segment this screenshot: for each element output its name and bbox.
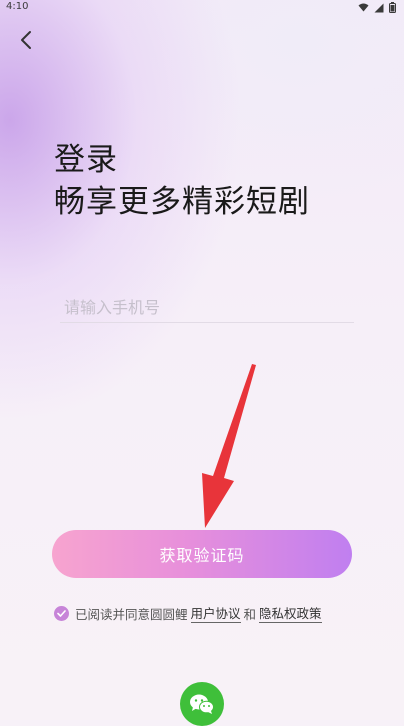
- title-line-subtitle: 畅享更多精彩短剧: [54, 184, 310, 220]
- wechat-login-button[interactable]: [180, 682, 224, 726]
- status-time: 4:10: [6, 1, 29, 12]
- check-icon: [57, 609, 66, 617]
- user-agreement-link[interactable]: 用户协议: [190, 603, 241, 623]
- back-button[interactable]: [12, 26, 40, 54]
- phone-number-input[interactable]: [60, 292, 354, 323]
- status-bar: 4:10: [0, 0, 404, 14]
- agreement-connector-text: 和: [243, 606, 257, 622]
- signal-icon: [374, 3, 384, 12]
- wechat-icon: [190, 694, 214, 714]
- get-verification-code-button[interactable]: 获取验证码: [52, 530, 352, 578]
- battery-icon: [389, 2, 396, 13]
- privacy-policy-link[interactable]: 隐私权政策: [259, 603, 322, 623]
- status-icons: [358, 2, 396, 13]
- title-line-login: 登录: [54, 142, 118, 178]
- page-title: 登录 畅享更多精彩短剧: [54, 139, 310, 223]
- agreement-row: 已阅读并同意圆圆鲤 用户协议 和 隐私权政策: [54, 603, 325, 623]
- wifi-icon: [358, 3, 369, 12]
- chevron-left-icon: [21, 31, 31, 49]
- agreement-prefix-text: 已阅读并同意圆圆鲤: [75, 606, 188, 622]
- agreement-checkbox[interactable]: [54, 605, 69, 621]
